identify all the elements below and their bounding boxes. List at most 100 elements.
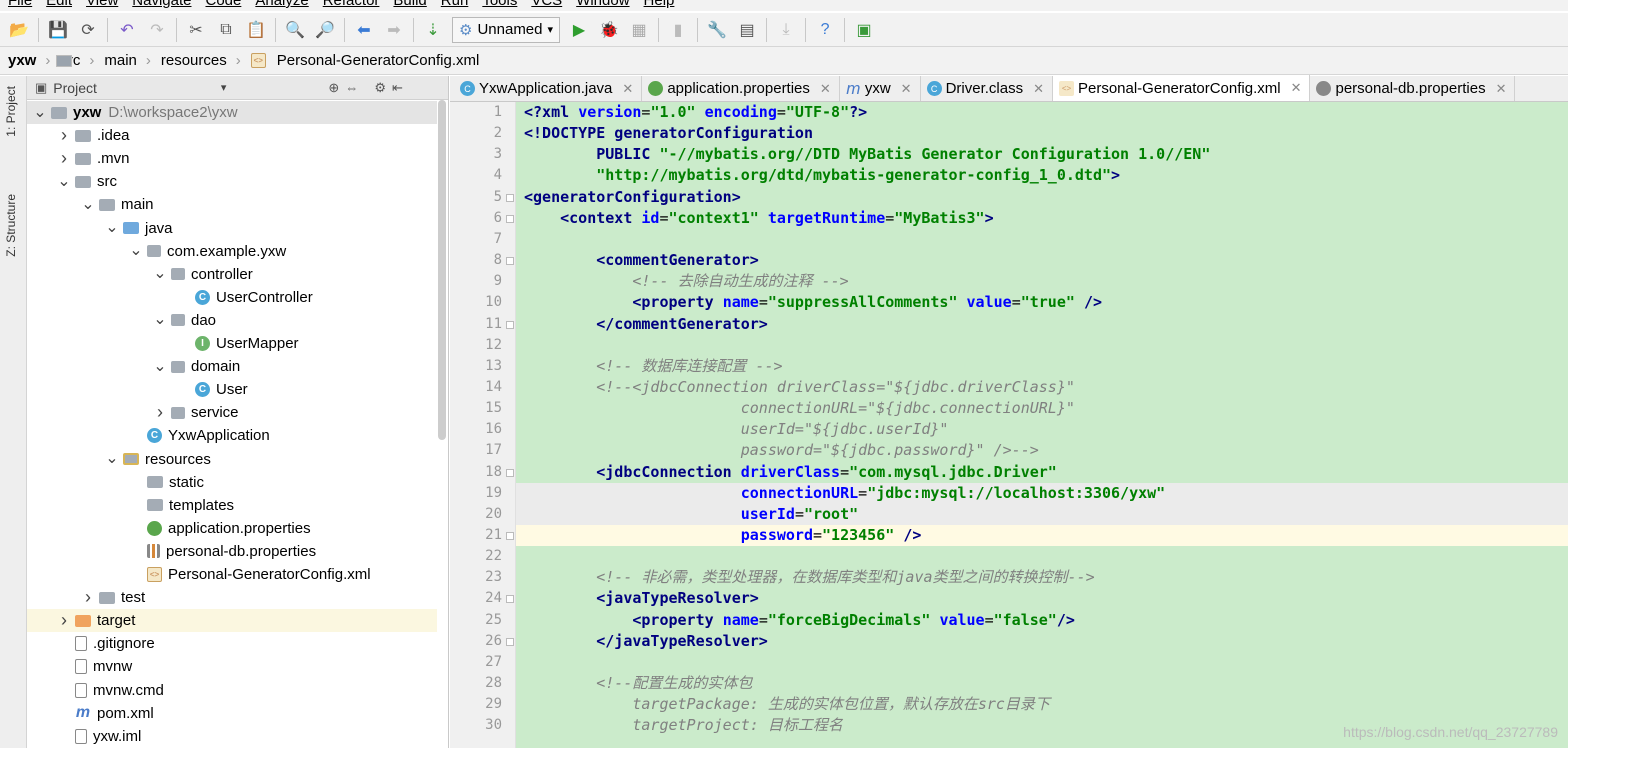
breadcrumb-item[interactable]: main › <box>56 52 161 69</box>
chevron-down-icon[interactable]: ⌄ <box>153 266 167 282</box>
tree-item[interactable]: › service <box>27 401 437 424</box>
tree-item[interactable]: › .idea <box>27 124 437 147</box>
chevron-down-icon[interactable]: ⌄ <box>153 358 167 374</box>
breadcrumb-item[interactable]: <> Personal-GeneratorConfig.xml <box>250 52 490 69</box>
editor-tab[interactable]: personal-db.properties ✕ <box>1310 76 1516 101</box>
tree-item[interactable]: mvnw.cmd <box>27 679 437 702</box>
download-icon[interactable]: ⤓ <box>773 17 799 43</box>
tree-item[interactable]: › .mvn <box>27 147 437 170</box>
tree-item[interactable]: m pom.xml <box>27 702 437 725</box>
tree-item[interactable]: ⌄ main <box>27 193 437 216</box>
code-line[interactable]: <?xml version="1.0" encoding="UTF-8"?> <box>516 102 1568 123</box>
menu-code[interactable]: Code <box>201 0 251 11</box>
code-line[interactable]: </commentGenerator> <box>516 314 1568 335</box>
code-line[interactable]: PUBLIC "-//mybatis.org//DTD MyBatis Gene… <box>516 144 1568 165</box>
tree-item[interactable]: ⌄ resources <box>27 448 437 471</box>
fold-marker-icon[interactable] <box>506 595 514 604</box>
code-line[interactable] <box>516 335 1568 356</box>
tree-item[interactable]: C User <box>27 378 437 401</box>
tree-item[interactable]: ⌄ java <box>27 217 437 240</box>
code-line[interactable] <box>516 546 1568 567</box>
menu-window[interactable]: Window <box>572 0 639 11</box>
code-line[interactable]: <!-- 去除自动生成的注释 --> <box>516 271 1568 292</box>
coverage-icon[interactable]: ▦ <box>626 17 652 43</box>
chevron-right-icon[interactable]: › <box>57 125 71 146</box>
code-line[interactable]: connectionURL="${jdbc.connectionURL}" <box>516 398 1568 419</box>
editor-tab[interactable]: application.properties ✕ <box>642 76 840 101</box>
chevron-down-icon[interactable]: ⌄ <box>129 243 143 259</box>
copy-icon[interactable]: ⧉ <box>213 17 239 43</box>
save-icon[interactable]: 💾 <box>45 17 71 43</box>
code-line[interactable]: <!DOCTYPE generatorConfiguration <box>516 123 1568 144</box>
tree-item[interactable]: ⌄ src <box>27 170 437 193</box>
menu-help[interactable]: Help <box>640 0 685 11</box>
project-tool-tab[interactable]: 1: Project <box>4 86 18 137</box>
fold-marker-icon[interactable] <box>506 257 514 266</box>
tree-item[interactable]: › target <box>27 609 437 633</box>
chevron-down-icon[interactable]: ⌄ <box>105 220 119 236</box>
chevron-right-icon[interactable]: › <box>57 148 71 169</box>
chevron-right-icon[interactable]: › <box>57 610 71 631</box>
menu-view[interactable]: View <box>82 0 128 11</box>
tree-item[interactable]: yxw.iml <box>27 725 437 748</box>
code-line[interactable]: <generatorConfiguration> <box>516 187 1568 208</box>
code-line[interactable]: password="${jdbc.password}" />--> <box>516 440 1568 461</box>
debug-icon[interactable]: 🐞 <box>596 17 622 43</box>
find-icon[interactable]: 🔍 <box>282 17 308 43</box>
code-line[interactable]: <javaTypeResolver> <box>516 588 1568 609</box>
back-icon[interactable]: ⬅ <box>351 17 377 43</box>
project-structure-icon[interactable]: ▤ <box>734 17 760 43</box>
menu-run[interactable]: Run <box>437 0 479 11</box>
tree-item[interactable]: C UserController <box>27 286 437 309</box>
close-icon[interactable]: ✕ <box>1291 80 1302 96</box>
editor-tab[interactable]: <> Personal-GeneratorConfig.xml ✕ <box>1052 75 1311 101</box>
chevron-right-icon[interactable]: › <box>153 402 167 423</box>
code-line[interactable]: </javaTypeResolver> <box>516 631 1568 652</box>
editor-tab[interactable]: m yxw ✕ <box>840 76 921 101</box>
code-line[interactable] <box>516 229 1568 250</box>
code-line[interactable]: targetPackage: 生成的实体包位置，默认存放在src目录下 <box>516 694 1568 715</box>
chevron-down-icon[interactable]: ⌄ <box>153 312 167 328</box>
tree-item[interactable]: › test <box>27 586 437 609</box>
fold-marker-icon[interactable] <box>506 468 514 477</box>
close-icon[interactable]: ✕ <box>1496 81 1507 97</box>
code-line[interactable]: <property name="forceBigDecimals" value=… <box>516 610 1568 631</box>
undo-icon[interactable]: ↶ <box>114 17 140 43</box>
build-icon[interactable]: ⇣ <box>420 17 446 43</box>
chevron-down-icon[interactable]: ⌄ <box>105 451 119 467</box>
gear-icon[interactable]: ⚙ <box>374 80 386 96</box>
tree-item[interactable]: ⌄ dao <box>27 309 437 332</box>
fold-marker-icon[interactable] <box>506 214 514 223</box>
code-line[interactable]: "http://mybatis.org/dtd/mybatis-generato… <box>516 165 1568 186</box>
code-line[interactable]: <commentGenerator> <box>516 250 1568 271</box>
run-icon[interactable]: ▶ <box>566 17 592 43</box>
breadcrumb-item[interactable]: resources › <box>56 52 251 69</box>
code-line[interactable]: <property name="suppressAllComments" val… <box>516 292 1568 313</box>
redo-icon[interactable]: ↷ <box>144 17 170 43</box>
tree-item[interactable]: personal-db.properties <box>27 540 437 563</box>
chevron-down-icon[interactable]: ⌄ <box>57 173 71 189</box>
fold-marker-icon[interactable] <box>506 532 514 540</box>
close-icon[interactable]: ✕ <box>1033 81 1044 97</box>
collapse-all-icon[interactable]: ⇔ <box>345 80 358 95</box>
code-line[interactable]: <!--配置生成的实体包 <box>516 673 1568 694</box>
chevron-down-icon[interactable]: ⌄ <box>33 104 47 120</box>
paste-icon[interactable]: 📋 <box>243 17 269 43</box>
code-line[interactable]: password="123456" /> <box>516 525 1568 546</box>
tree-item[interactable]: application.properties <box>27 517 437 540</box>
breadcrumb-item[interactable]: yxw › <box>8 52 72 69</box>
structure-tool-tab[interactable]: Z: Structure <box>4 194 18 257</box>
code-line[interactable]: userId="root" <box>516 503 1568 525</box>
locate-icon[interactable]: ⊕ <box>328 80 339 96</box>
tree-item[interactable]: templates <box>27 494 437 517</box>
menu-analyze[interactable]: Analyze <box>251 0 318 11</box>
fold-marker-icon[interactable] <box>506 320 514 329</box>
settings-icon[interactable]: 🔧 <box>704 17 730 43</box>
close-icon[interactable]: ✕ <box>901 81 912 97</box>
editor-tab[interactable]: C Driver.class ✕ <box>921 76 1053 101</box>
chevron-right-icon[interactable]: › <box>81 587 95 608</box>
code-line[interactable]: userId="${jdbc.userId}" <box>516 419 1568 440</box>
tree-item[interactable]: ⌄ com.example.yxw <box>27 240 437 263</box>
code-line[interactable]: <jdbcConnection driverClass="com.mysql.j… <box>516 462 1568 483</box>
menu-file[interactable]: File <box>4 0 42 11</box>
